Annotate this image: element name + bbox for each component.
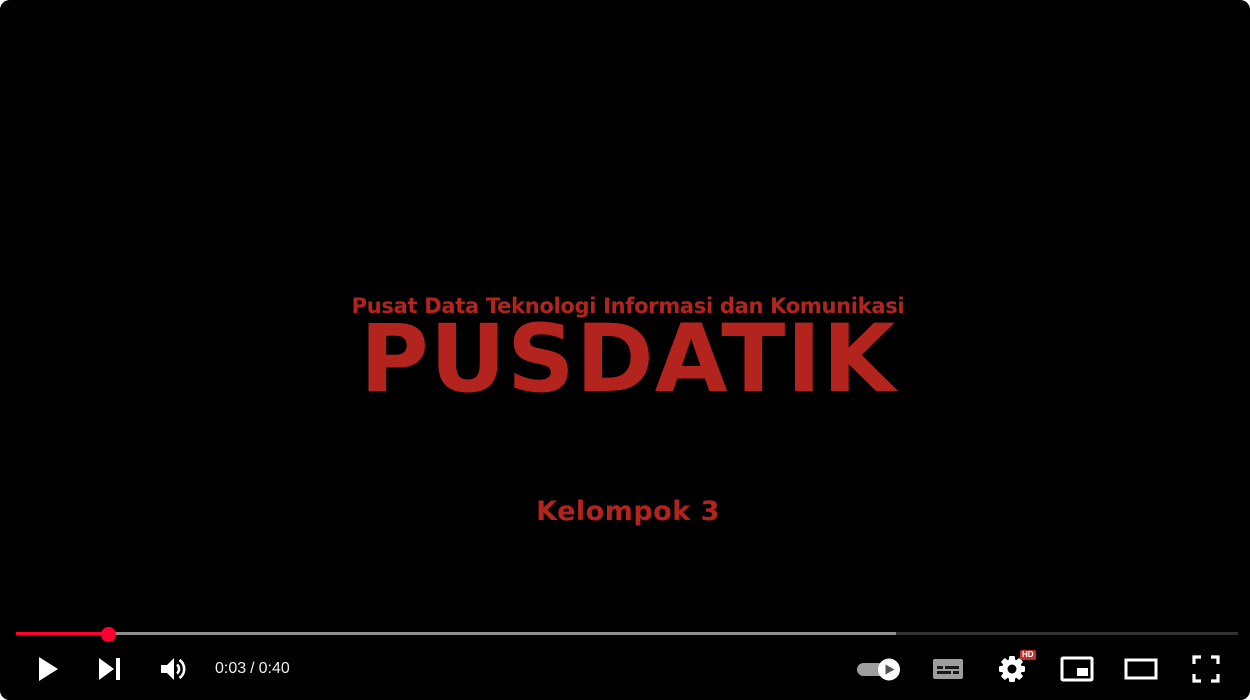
- play-icon: [36, 656, 60, 682]
- progress-scrubber-handle[interactable]: [100, 627, 116, 642]
- theater-mode-icon: [1124, 657, 1158, 681]
- miniplayer-icon: [1060, 656, 1094, 682]
- fullscreen-button[interactable]: [1184, 644, 1228, 694]
- volume-icon: [160, 656, 188, 682]
- theater-mode-button[interactable]: [1119, 644, 1163, 694]
- player-controls: 0:03 / 0:40 HD: [0, 644, 1250, 694]
- autoplay-toggle-icon: [856, 657, 902, 681]
- video-title-text: PUSDATIK: [359, 305, 897, 414]
- time-current: 0:03: [215, 660, 247, 677]
- video-group-text: Kelompok 3: [536, 496, 720, 527]
- next-button[interactable]: [88, 644, 132, 694]
- autoplay-toggle[interactable]: [852, 644, 906, 694]
- time-total: 0:40: [258, 660, 290, 677]
- hd-quality-badge: HD: [1020, 650, 1036, 660]
- next-icon: [98, 657, 122, 681]
- progress-bar[interactable]: [16, 627, 1238, 642]
- progress-played: [16, 632, 108, 635]
- time-separator: /: [250, 660, 255, 677]
- miniplayer-button[interactable]: [1055, 644, 1099, 694]
- progress-buffered: [16, 632, 896, 635]
- fullscreen-icon: [1192, 655, 1220, 683]
- play-button[interactable]: [26, 644, 70, 694]
- video-player[interactable]: Pusat Data Teknologi Informasi dan Komun…: [0, 0, 1250, 700]
- subtitles-button[interactable]: [926, 644, 970, 694]
- time-display: 0:03 / 0:40: [215, 644, 290, 694]
- subtitles-icon: [932, 657, 964, 681]
- volume-button[interactable]: [152, 644, 196, 694]
